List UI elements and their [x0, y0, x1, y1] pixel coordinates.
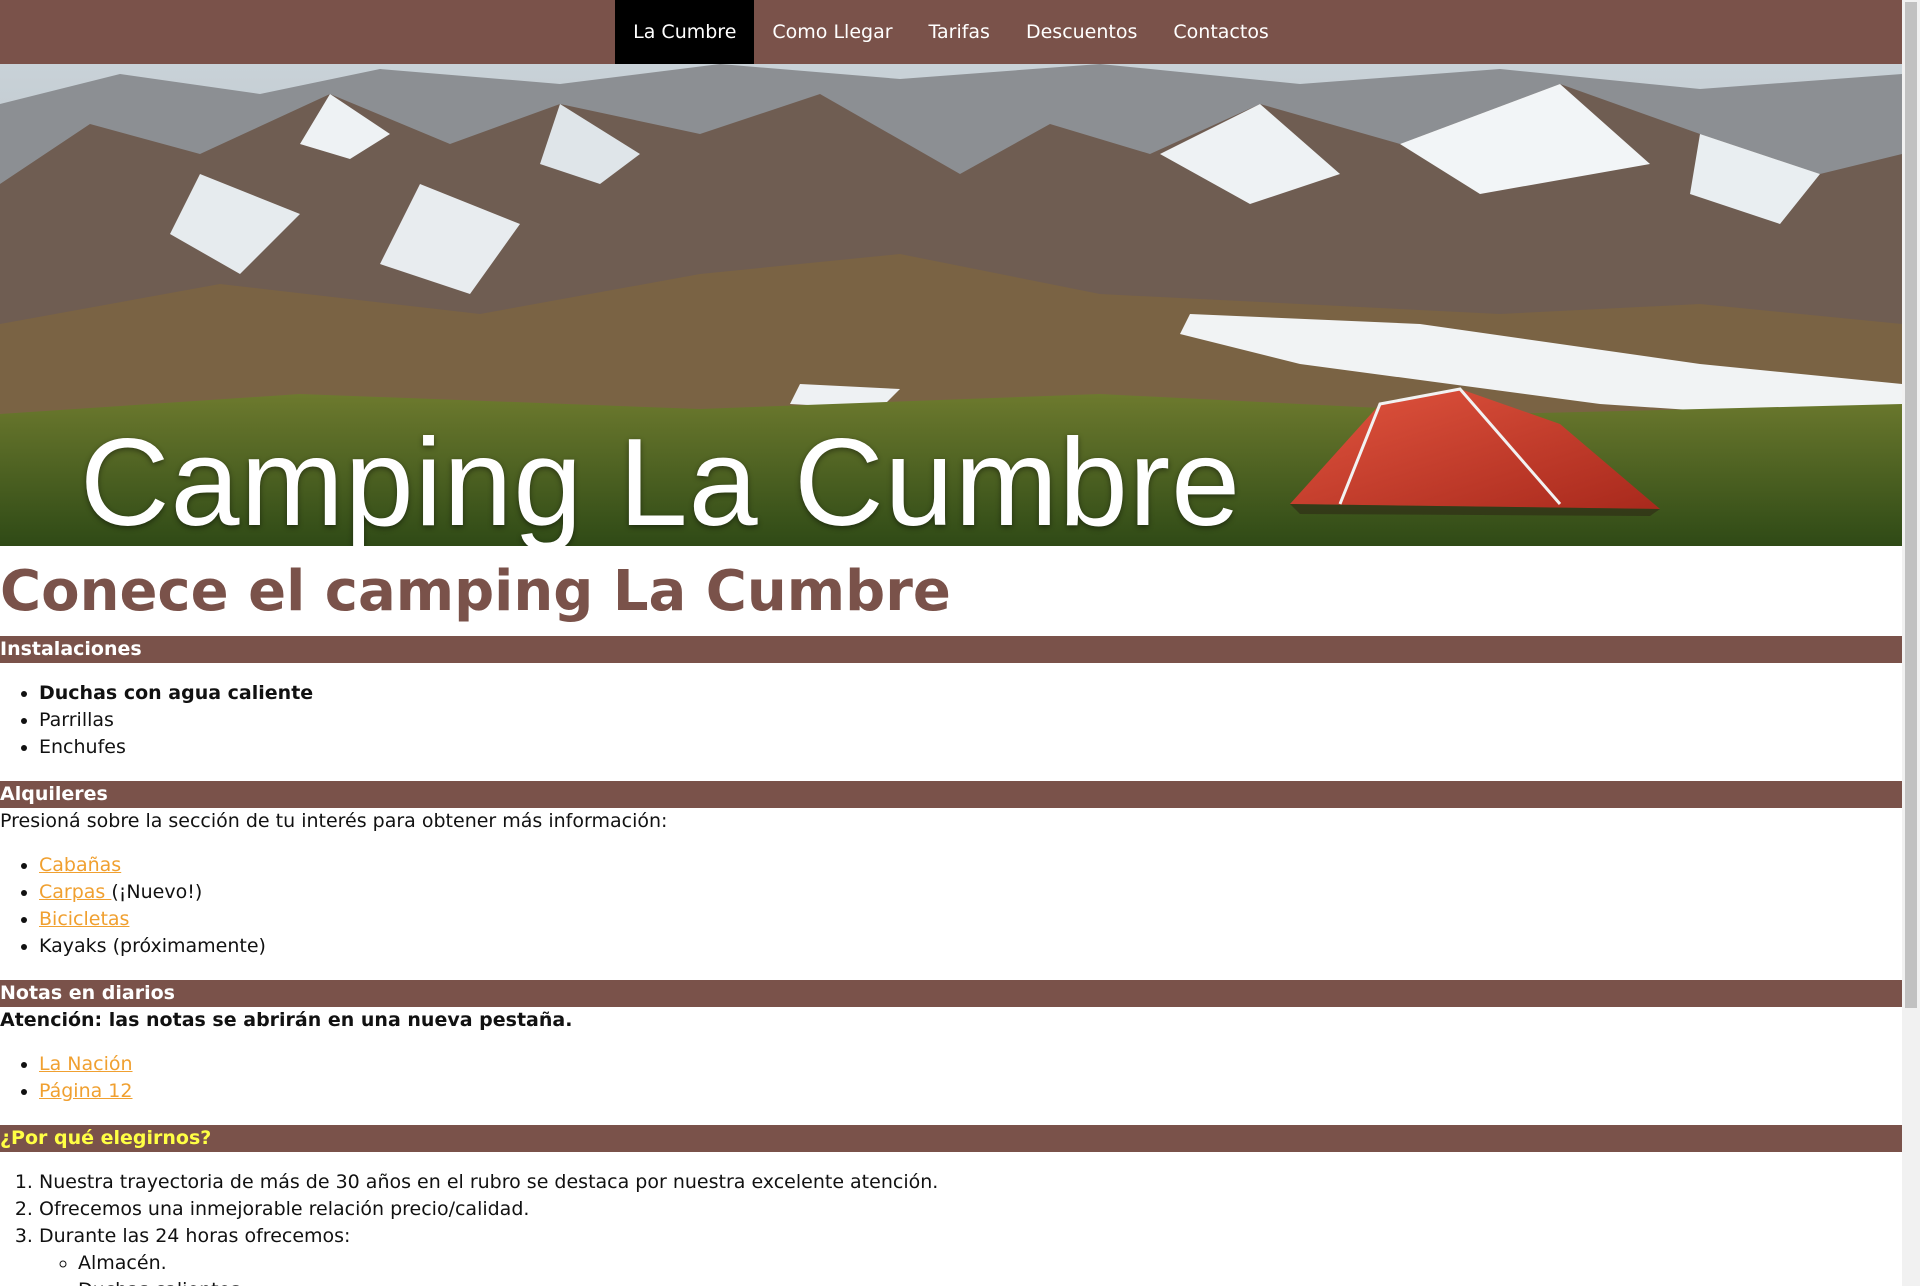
list-item: Página 12	[39, 1078, 1902, 1105]
list-item: Nuestra trayectoria de más de 30 años en…	[39, 1169, 1902, 1196]
notas-warning: Atención: las notas se abrirán en una nu…	[0, 1009, 573, 1031]
list-item-text: Durante las 24 horas ofrecemos:	[39, 1225, 351, 1247]
main-content: Conece el camping La Cumbre Instalacione…	[0, 554, 1902, 1286]
top-navbar: La Cumbre Como Llegar Tarifas Descuentos…	[0, 0, 1902, 64]
new-badge-text: (¡Nuevo!)	[111, 881, 203, 903]
page-title: Conece el camping La Cumbre	[0, 559, 951, 624]
link-la-nacion[interactable]: La Nación	[39, 1053, 133, 1075]
alquileres-intro: Presioná sobre la sección de tu interés …	[0, 810, 668, 832]
section-title-notas: Notas en diarios	[0, 980, 1902, 1007]
link-pagina-12[interactable]: Página 12	[39, 1080, 133, 1102]
link-carpas[interactable]: Carpas	[39, 881, 111, 903]
alquileres-list: Cabañas Carpas (¡Nuevo!) Bicicletas Kaya…	[0, 852, 1902, 960]
page: La Cumbre Como Llegar Tarifas Descuentos…	[0, 0, 1902, 1286]
vertical-scrollbar[interactable]	[1902, 0, 1920, 1286]
nav-item-contactos[interactable]: Contactos	[1155, 0, 1286, 64]
link-cabanas[interactable]: Cabañas	[39, 854, 121, 876]
section-title-alquileres: Alquileres	[0, 781, 1902, 808]
list-item: La Nación	[39, 1051, 1902, 1078]
notas-list: La Nación Página 12	[0, 1051, 1902, 1105]
list-item: Carpas (¡Nuevo!)	[39, 879, 1902, 906]
section-title-instalaciones: Instalaciones	[0, 636, 1902, 663]
hero-title: Camping La Cumbre	[80, 414, 1242, 546]
instalaciones-list: Duchas con agua caliente Parrillas Enchu…	[0, 680, 1902, 761]
hero-banner: Camping La Cumbre	[0, 64, 1902, 546]
list-item: Bicicletas	[39, 906, 1902, 933]
list-item: Durante las 24 horas ofrecemos: Almacén.…	[39, 1223, 1902, 1286]
list-item: Cabañas	[39, 852, 1902, 879]
nav-item-tarifas[interactable]: Tarifas	[911, 0, 1008, 64]
kayaks-text: Kayaks (próximamente)	[39, 935, 266, 957]
list-item: Ofrecemos una inmejorable relación preci…	[39, 1196, 1902, 1223]
por-que-list: Nuestra trayectoria de más de 30 años en…	[0, 1169, 1902, 1286]
services-sublist: Almacén. Duchas calientes.	[39, 1250, 1902, 1286]
list-item: Kayaks (próximamente)	[39, 933, 1902, 960]
list-item: Duchas con agua caliente	[39, 680, 1902, 707]
nav-item-descuentos[interactable]: Descuentos	[1008, 0, 1155, 64]
nav-item-la-cumbre[interactable]: La Cumbre	[615, 0, 755, 64]
scrollbar-thumb[interactable]	[1905, 2, 1917, 1008]
nav-item-como-llegar[interactable]: Como Llegar	[754, 0, 910, 64]
list-item: Enchufes	[39, 734, 1902, 761]
link-bicicletas[interactable]: Bicicletas	[39, 908, 129, 930]
section-title-por-que: ¿Por qué elegirnos?	[0, 1125, 1902, 1152]
list-item: Parrillas	[39, 707, 1902, 734]
list-item: Almacén.	[78, 1250, 1902, 1277]
list-item: Duchas calientes.	[78, 1277, 1902, 1286]
